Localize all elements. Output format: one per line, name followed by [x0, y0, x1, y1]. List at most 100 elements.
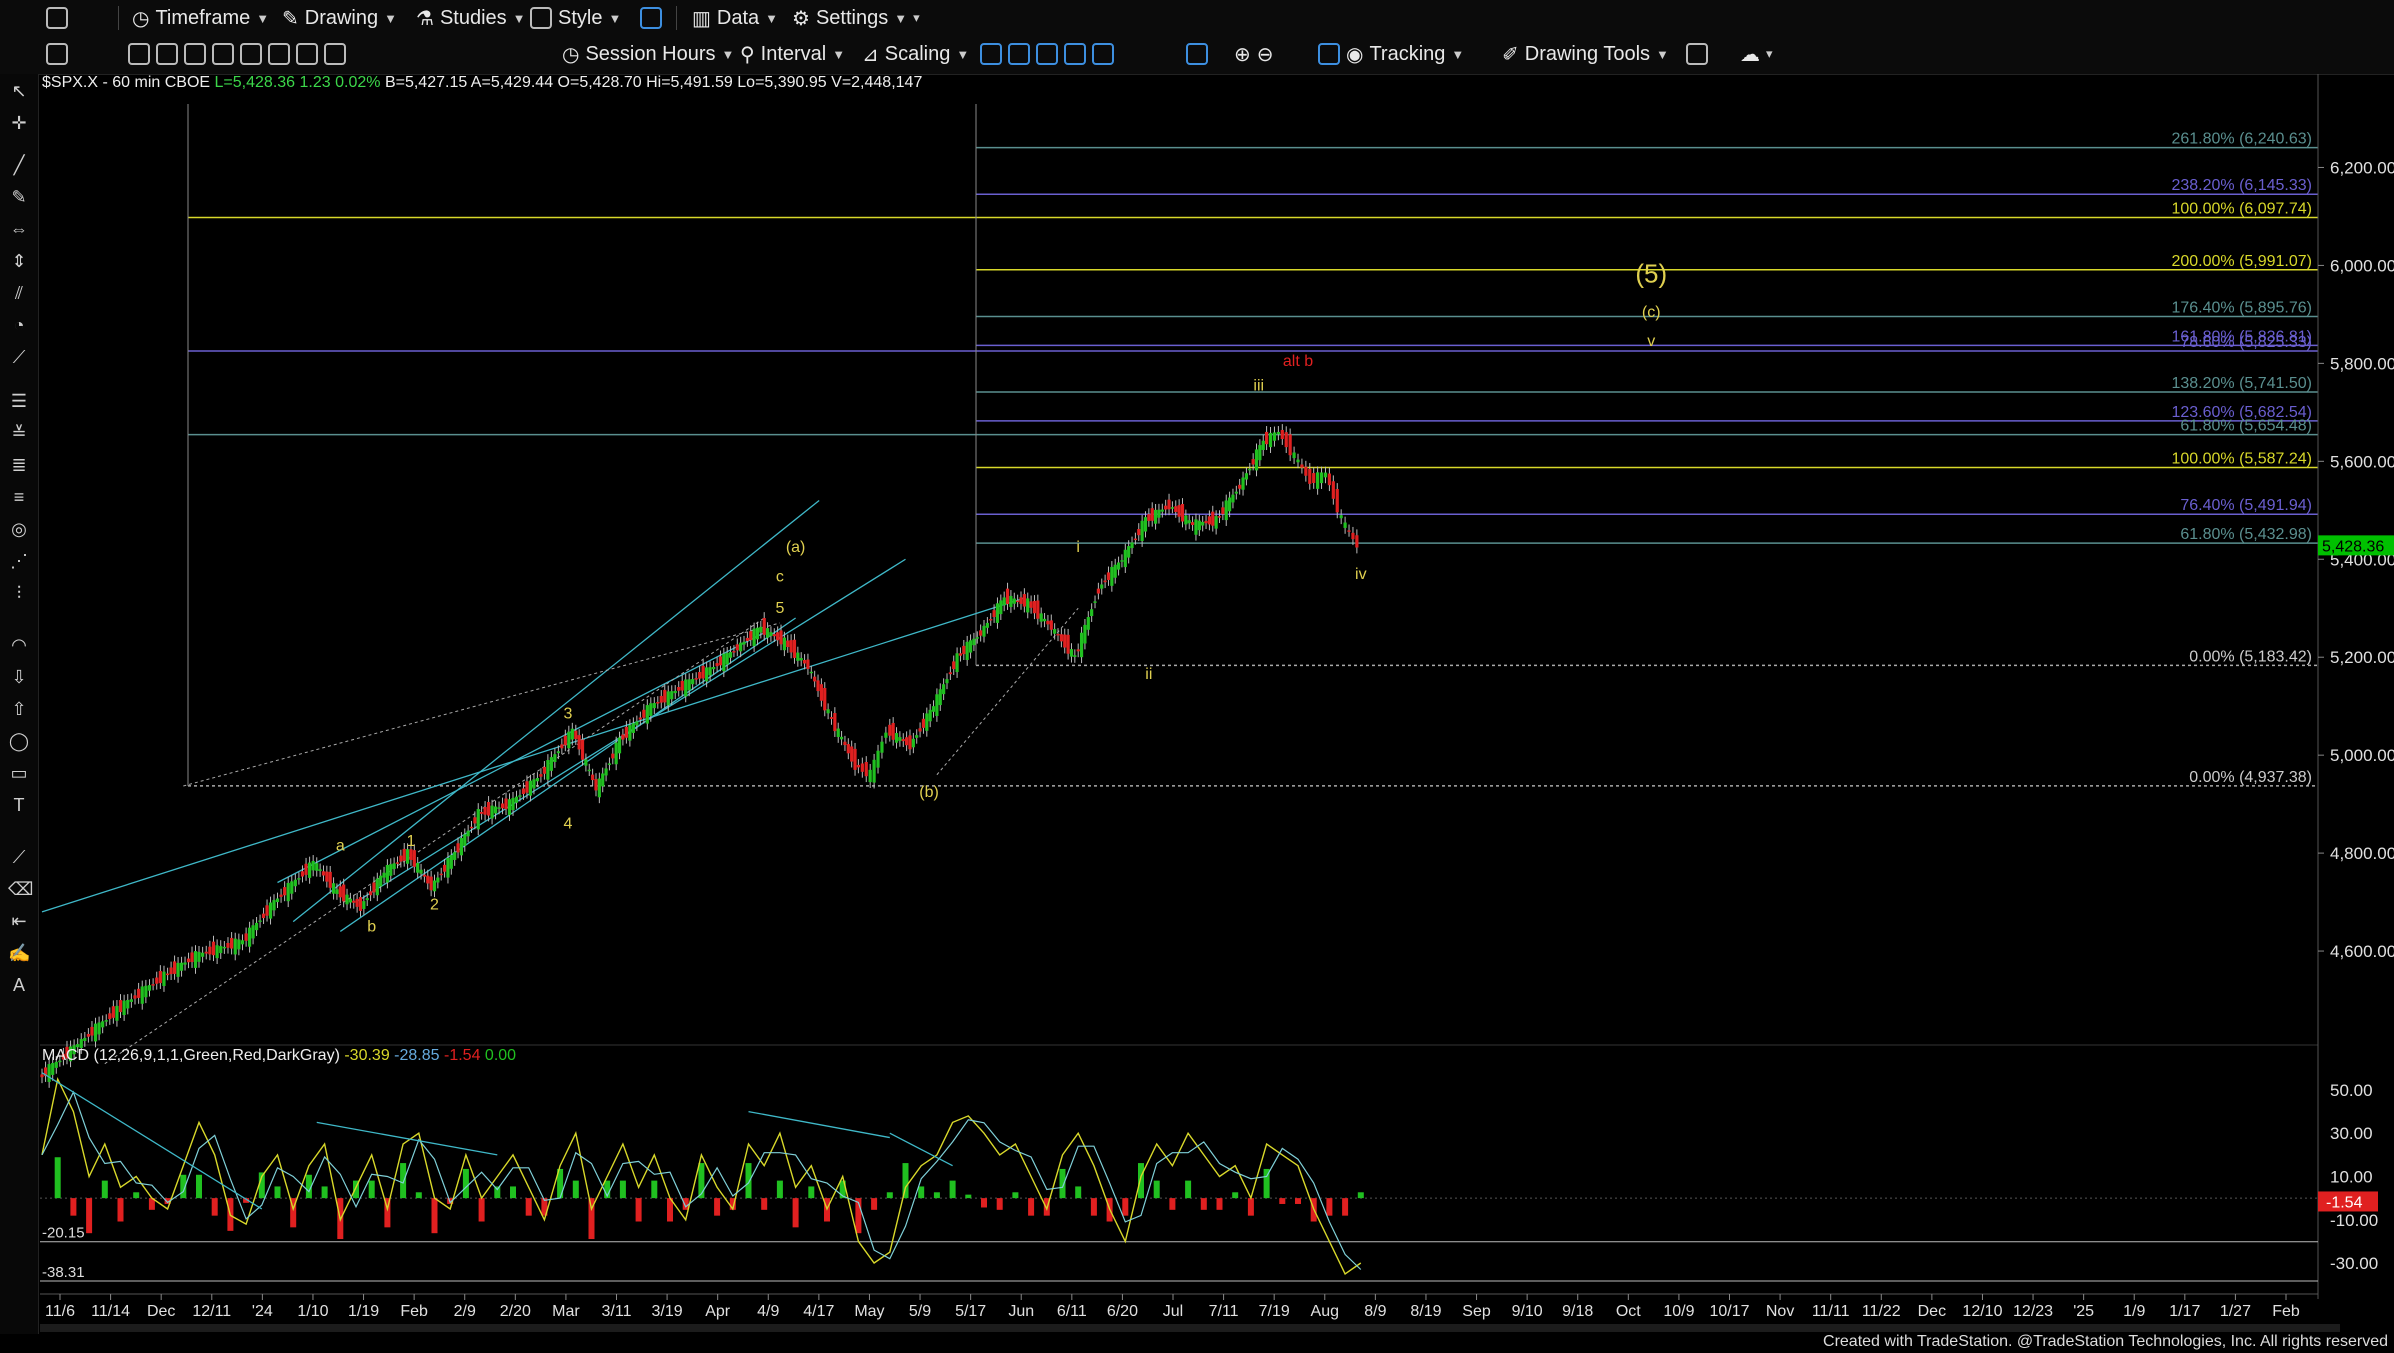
candle-body: [304, 863, 308, 875]
price-tick-label: 5,600.00: [2330, 452, 2394, 471]
layout-button[interactable]: [640, 5, 662, 31]
candle-body: [621, 734, 625, 740]
export-button[interactable]: [1686, 41, 1708, 67]
bar-type-buttons[interactable]: [980, 41, 1114, 67]
candle-body: [891, 722, 895, 740]
chart-area[interactable]: 261.80% (6,240.63) 238.20% (6,145.33) 100.…: [0, 74, 2394, 1353]
layout-toggle-button[interactable]: [1186, 41, 1208, 67]
candle-body: [1184, 515, 1188, 525]
candle-body: [429, 876, 433, 891]
macd-axis[interactable]: 50.00 30.00 10.00 -10.00 -30.00 -1.54: [2318, 1081, 2378, 1273]
time-tick-label: 9/10: [1512, 1303, 1543, 1320]
time-tick-label: 1/19: [348, 1303, 379, 1320]
candle-body: [511, 797, 515, 811]
candle-body: [93, 1023, 98, 1042]
candle-body: [1076, 649, 1080, 652]
candle-body: [1153, 509, 1158, 524]
tracking-menu[interactable]: ◉ Tracking ▼: [1318, 41, 1464, 67]
candle-body: [1032, 600, 1037, 614]
time-tick-label: 3/11: [602, 1303, 632, 1320]
candle-body: [749, 631, 753, 641]
tool-buttons-group[interactable]: [128, 41, 346, 67]
scaling-menu[interactable]: ⊿ Scaling ▼: [862, 41, 969, 67]
link-button[interactable]: [46, 41, 68, 67]
candle-body: [311, 860, 315, 871]
candle-body: [826, 709, 830, 714]
time-tick-label: 12/11: [192, 1303, 231, 1320]
interval-menu[interactable]: ⚲ Interval ▼: [740, 41, 845, 67]
candle-body: [1327, 473, 1331, 486]
candle-body: [958, 653, 963, 656]
candle-body: [584, 759, 588, 766]
macd-histogram-bar: [1153, 1180, 1160, 1199]
macd-histogram-bar: [1028, 1198, 1035, 1216]
time-scrollbar: [40, 1324, 2340, 1332]
candle-body: [422, 874, 427, 877]
candle-body: [872, 759, 876, 783]
studies-menu[interactable]: ⚗ Studies ▼: [416, 5, 526, 31]
fib-levels: 261.80% (6,240.63) 238.20% (6,145.33) 100.…: [187, 104, 2318, 787]
price-tick-label: 5,800.00: [2330, 354, 2394, 373]
macd-histogram-bar: [792, 1198, 799, 1228]
candle-body: [1304, 466, 1308, 476]
data-menu[interactable]: ▥ Data ▼: [692, 5, 778, 31]
candle-body: [1339, 515, 1343, 519]
candle-body: [1221, 507, 1225, 515]
zoom-buttons[interactable]: ⊕ ⊖: [1234, 41, 1274, 67]
macd-histogram-bar: [462, 1168, 469, 1199]
candle-body: [876, 750, 880, 768]
macd-last-label: -1.54: [2326, 1194, 2363, 1211]
candle-body: [1190, 522, 1195, 525]
candle-body: [372, 882, 376, 893]
chat-menu[interactable]: ☁ ▾: [1740, 41, 1773, 67]
candle-body: [666, 691, 670, 706]
time-axis[interactable]: 11/6 11/14 Dec 12/11 '24 1/10 1/19 Feb 2/9 2/20 Ma…: [40, 1293, 2340, 1332]
macd-divergence-line: [748, 1110, 890, 1139]
candle-body: [705, 667, 709, 682]
candle-body: [251, 925, 255, 939]
macd-level-label: -38.31: [42, 1264, 85, 1281]
candle-body: [580, 739, 585, 760]
candle-body: [1133, 538, 1137, 541]
candle-body: [409, 849, 413, 860]
candle-body: [860, 763, 864, 772]
candle-body: [945, 679, 949, 684]
settings-menu[interactable]: ⚙ Settings ▼ ▾: [792, 5, 920, 31]
candle-body: [677, 687, 681, 691]
drawing-menu[interactable]: ✎ Drawing ▼: [282, 5, 397, 31]
candle-body: [47, 1064, 51, 1082]
macd-histogram-bar: [619, 1180, 626, 1199]
session-hours-menu[interactable]: ◷ Session Hours ▼: [562, 41, 734, 67]
candle-body: [222, 946, 226, 949]
style-menu[interactable]: Style ▼: [530, 5, 621, 31]
wave-label: v: [1647, 333, 1655, 350]
macd-panel: -20.15 -38.31: [40, 1072, 2318, 1282]
timeframe-menu[interactable]: ◷ Timeframe ▼: [132, 5, 269, 31]
wave-label: (b): [919, 784, 939, 801]
candle-body: [635, 721, 639, 726]
candle-body: [1217, 516, 1222, 518]
candle-body: [137, 988, 141, 998]
candle-body: [172, 961, 177, 974]
candle-body: [1224, 500, 1228, 521]
candle-body: [715, 663, 719, 667]
fib-level-label: 238.20% (6,145.33): [2171, 177, 2312, 194]
candle-body: [486, 801, 491, 816]
time-tick-label: 11/22: [1862, 1303, 1901, 1320]
candle-body: [925, 713, 929, 731]
candle-body: [1113, 564, 1117, 578]
macd-histogram-bar: [478, 1198, 485, 1222]
macd-histogram-bar: [871, 1198, 878, 1210]
drawing-tools-menu[interactable]: ✐ Drawing Tools ▼: [1502, 41, 1669, 67]
fib-level-label: 76.40% (5,491.94): [2180, 497, 2312, 514]
candle-body: [1056, 633, 1060, 636]
time-tick-label: May: [854, 1303, 884, 1320]
candle-body: [642, 709, 646, 718]
price-axis[interactable]: 6,200.006,000.005,800.005,600.005,400.00…: [2317, 74, 2394, 1299]
macd-divergence-line: [41, 1072, 263, 1210]
candle-body: [1150, 508, 1154, 521]
candle-body: [995, 603, 1000, 623]
candle-body: [151, 984, 155, 986]
window-menu-button[interactable]: [46, 5, 68, 31]
macd-histogram-bar: [415, 1192, 422, 1199]
